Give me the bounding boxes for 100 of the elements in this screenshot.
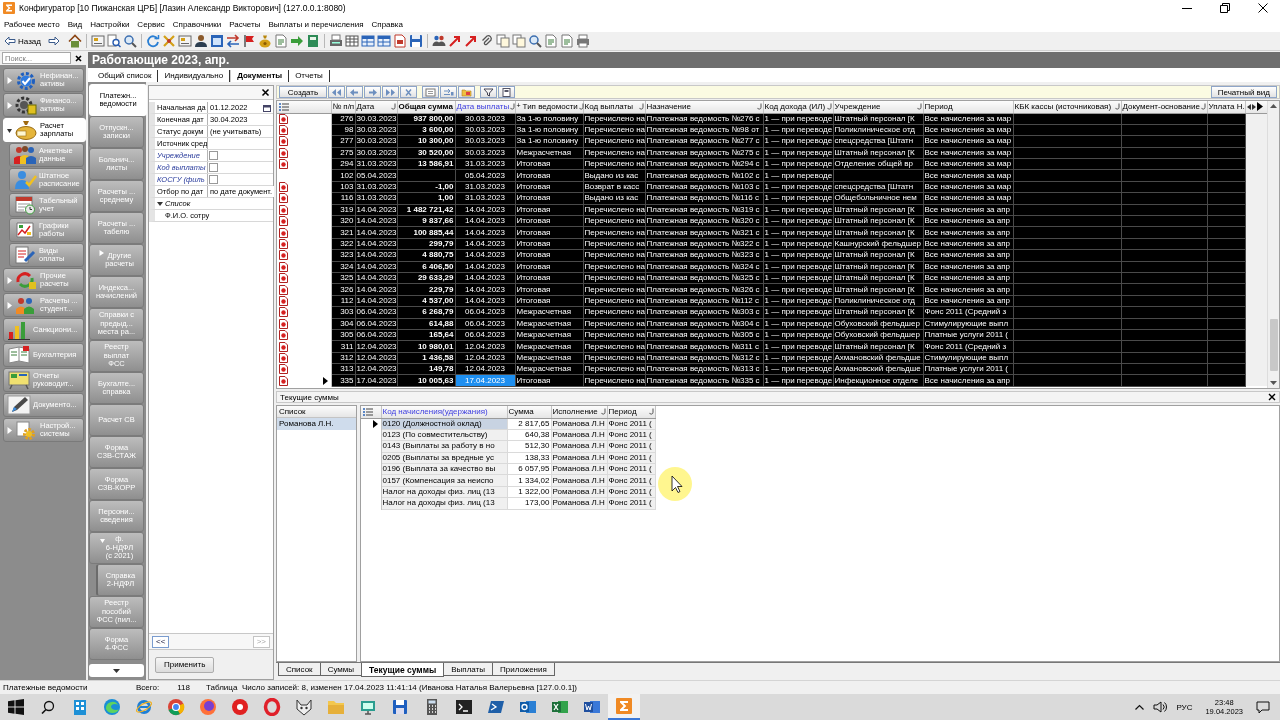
refresh-icon[interactable] <box>145 34 160 48</box>
expander-icon[interactable] <box>157 200 163 207</box>
checkbox[interactable] <box>209 163 218 172</box>
printer-icon[interactable] <box>575 34 590 48</box>
document-icon[interactable] <box>273 34 288 48</box>
filter-button[interactable] <box>480 86 497 98</box>
move-button[interactable] <box>440 86 457 98</box>
menu-item[interactable]: Вид <box>63 18 87 30</box>
column-header[interactable]: Исполнение <box>551 406 607 418</box>
document-icon[interactable] <box>392 34 407 48</box>
start-icon[interactable] <box>8 699 24 715</box>
list-icon[interactable] <box>278 101 290 112</box>
language-indicator[interactable]: РУС <box>1176 702 1193 712</box>
column-header[interactable]: Уплата Н. <box>1207 101 1245 113</box>
swap-arrows-icon[interactable] <box>225 34 240 48</box>
next-button[interactable] <box>364 86 381 98</box>
people-icon[interactable] <box>431 34 446 48</box>
tab[interactable]: Текущие суммы <box>361 663 445 677</box>
vertical-scrollbar[interactable] <box>1267 101 1279 388</box>
window-icon[interactable] <box>209 34 224 48</box>
column-header[interactable]: Код выплаты <box>583 101 645 113</box>
tab[interactable]: Документы <box>230 70 290 82</box>
menu-item[interactable]: Настройки <box>86 18 134 30</box>
money-bag-icon[interactable] <box>257 34 272 48</box>
create-button[interactable]: Создать <box>279 86 327 98</box>
close-icon[interactable] <box>1258 3 1268 13</box>
close-icon[interactable] <box>73 52 84 64</box>
page-button[interactable]: << <box>152 635 170 648</box>
cross-icon[interactable] <box>161 34 176 48</box>
arrow-icon[interactable] <box>289 34 304 48</box>
document-search-icon[interactable] <box>106 34 121 48</box>
column-header[interactable]: Дата выплаты <box>455 101 515 113</box>
column-header[interactable]: Документ-основание <box>1121 101 1207 113</box>
table-icon[interactable] <box>360 34 375 48</box>
back-button[interactable]: Назад <box>3 33 46 49</box>
first-button[interactable] <box>328 86 345 98</box>
menu-item[interactable]: Расчеты <box>225 18 265 30</box>
checkbox[interactable] <box>209 151 218 160</box>
search-icon[interactable] <box>41 700 55 714</box>
copy-icon[interactable] <box>495 34 510 48</box>
print-view-button[interactable]: Печатный вид <box>1210 86 1277 98</box>
house-icon[interactable] <box>67 34 82 48</box>
column-header[interactable]: Период <box>607 406 655 418</box>
triangle-right-icon[interactable] <box>1256 102 1263 112</box>
last-button[interactable] <box>382 86 399 98</box>
forward-arrow-icon[interactable] <box>47 36 60 46</box>
column-header[interactable]: Список <box>277 406 356 418</box>
caret-down-icon[interactable] <box>1270 381 1277 385</box>
calendar-icon[interactable] <box>263 103 271 112</box>
close-icon[interactable] <box>261 88 270 97</box>
table-cell: 1 — при переводе <box>763 238 833 250</box>
close-icon[interactable] <box>1268 393 1276 401</box>
menu-item[interactable]: Справочники <box>168 18 226 30</box>
expander-icon[interactable] <box>7 126 12 134</box>
grid-icon[interactable] <box>344 34 359 48</box>
arrow-icon[interactable] <box>447 34 462 48</box>
folder-button[interactable] <box>458 86 475 98</box>
copy-icon[interactable] <box>511 34 526 48</box>
speaker-icon[interactable] <box>1153 701 1168 713</box>
tab[interactable]: Список <box>278 663 321 676</box>
card-icon[interactable] <box>177 34 192 48</box>
tab[interactable]: Приложения <box>492 663 555 676</box>
table-cell: 6 406,50 <box>397 261 455 273</box>
notification-icon[interactable] <box>1256 700 1270 714</box>
column-header[interactable]: Общая сумма <box>397 101 455 113</box>
apply-button[interactable]: Применить <box>155 656 215 673</box>
menu-item[interactable]: Справка <box>367 18 407 30</box>
window-button[interactable] <box>498 86 515 98</box>
delete-button[interactable] <box>400 86 417 98</box>
column-header[interactable]: Назначение <box>645 101 763 113</box>
checkbox[interactable] <box>209 175 218 184</box>
table-icon[interactable] <box>376 34 391 48</box>
card-icon[interactable] <box>90 34 105 48</box>
arrow-icon[interactable] <box>463 34 478 48</box>
scroll-down-button[interactable] <box>89 664 144 677</box>
column-header[interactable]: № п/п <box>331 101 355 113</box>
scrollbar-thumb[interactable] <box>1269 319 1278 371</box>
column-header[interactable]: Код дохода (ИЛ) <box>763 101 833 113</box>
scanner-icon[interactable] <box>328 34 343 48</box>
restore-icon[interactable] <box>1220 3 1230 13</box>
column-header[interactable]: КБК кассы (источниковая) <box>1013 101 1121 113</box>
chevron-up-icon[interactable] <box>1135 704 1145 710</box>
caret-up-icon[interactable] <box>1270 104 1277 108</box>
card-button[interactable] <box>422 86 439 98</box>
column-header[interactable]: Период <box>923 101 1013 113</box>
column-header[interactable]: Дата <box>355 101 397 113</box>
menu-item[interactable]: Сервис <box>133 18 169 30</box>
document-icon[interactable] <box>543 34 558 48</box>
list-icon[interactable] <box>362 406 374 417</box>
book-icon[interactable] <box>305 34 320 48</box>
person-icon[interactable] <box>193 34 208 48</box>
document-icon[interactable] <box>559 34 574 48</box>
flag-icon[interactable] <box>241 34 256 48</box>
list-item[interactable]: Романова Л.Н. <box>277 418 356 430</box>
column-header[interactable]: Сумма <box>507 406 551 418</box>
previous-button[interactable] <box>346 86 363 98</box>
column-header[interactable]: Учреждение <box>833 101 923 113</box>
menu-item[interactable]: Рабочее место <box>0 18 64 30</box>
column-header[interactable]: Код начисления(удержания) <box>381 406 507 418</box>
menu-item[interactable]: Выплаты и перечисления <box>264 18 368 30</box>
